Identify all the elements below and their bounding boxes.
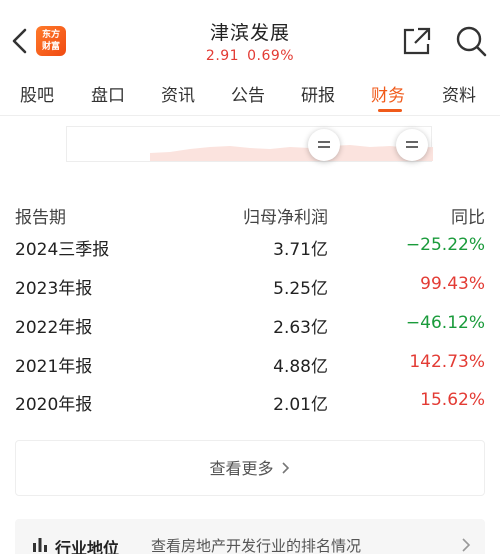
tab-profile[interactable]: 资料 <box>442 81 476 106</box>
stock-quote: 2.91 0.69% <box>150 48 350 64</box>
table-row[interactable]: 2020年报 2.01亿 15.62% <box>0 390 500 420</box>
share-icon[interactable] <box>400 24 434 58</box>
app-logo[interactable]: 东方 财富 <box>36 26 66 56</box>
tab-pankou[interactable]: 盘口 <box>91 81 125 106</box>
header: 东方 财富 津滨发展 2.91 0.69% <box>0 0 500 72</box>
industry-ranking-row[interactable]: 行业地位 查看房地产开发行业的排名情况 <box>15 519 485 554</box>
row-period: 2021年报 <box>15 357 93 377</box>
stock-price: 2.91 <box>205 48 240 64</box>
industry-description: 查看房地产开发行业的排名情况 <box>151 537 362 554</box>
back-arrow-icon[interactable] <box>8 24 32 58</box>
row-profit: 4.88亿 <box>273 357 328 377</box>
slider-handle-right[interactable] <box>396 129 428 161</box>
table-row[interactable]: 2022年报 2.63亿 −46.12% <box>0 313 500 343</box>
slider-handle-left[interactable] <box>308 129 340 161</box>
row-profit: 2.63亿 <box>273 318 328 338</box>
row-yoy: −46.12% <box>405 313 485 333</box>
stock-name: 津滨发展 <box>209 22 290 44</box>
row-period: 2022年报 <box>15 318 93 338</box>
range-slider[interactable] <box>66 126 433 162</box>
search-icon[interactable] <box>454 24 488 58</box>
row-period: 2023年报 <box>15 279 93 299</box>
chevron-right-icon <box>462 538 471 552</box>
stock-title-block: 津滨发展 2.91 0.69% <box>150 18 350 64</box>
row-profit: 5.25亿 <box>273 279 328 299</box>
slider-mini-chart <box>150 145 433 161</box>
industry-label: 行业地位 <box>55 539 120 554</box>
header-profit: 归母净利润 <box>243 208 328 228</box>
table-row[interactable]: 2024三季报 3.71亿 −25.22% <box>0 235 500 265</box>
view-more-button[interactable]: 查看更多 <box>15 440 485 496</box>
row-yoy: 142.73% <box>409 352 485 372</box>
tab-announcements[interactable]: 公告 <box>231 81 265 106</box>
table-row[interactable]: 2023年报 5.25亿 99.43% <box>0 274 500 304</box>
tab-research[interactable]: 研报 <box>301 81 335 106</box>
view-more-label: 查看更多 <box>209 459 274 478</box>
row-period: 2020年报 <box>15 395 93 415</box>
row-yoy: 99.43% <box>420 274 485 294</box>
tab-guba[interactable]: 股吧 <box>20 81 54 106</box>
stock-change: 0.69% <box>247 48 295 64</box>
chevron-right-icon <box>281 462 289 474</box>
logo-text-top: 东方 <box>41 30 60 40</box>
table-header: 报告期 归母净利润 同比 <box>0 203 500 229</box>
tab-bar: 股吧 盘口 资讯 公告 研报 财务 资料 <box>0 72 500 116</box>
bar-chart-icon <box>33 538 47 552</box>
table-row[interactable]: 2021年报 4.88亿 142.73% <box>0 352 500 382</box>
row-yoy: −25.22% <box>405 235 485 255</box>
logo-text-bottom: 财富 <box>41 42 60 52</box>
row-profit: 2.01亿 <box>273 395 328 415</box>
tab-news[interactable]: 资讯 <box>161 81 195 106</box>
row-yoy: 15.62% <box>420 390 485 410</box>
row-profit: 3.71亿 <box>273 240 328 260</box>
header-period: 报告期 <box>15 208 66 228</box>
row-period: 2024三季报 <box>15 240 110 260</box>
active-tab-indicator <box>378 109 402 112</box>
header-yoy: 同比 <box>451 208 485 228</box>
tab-finance[interactable]: 财务 <box>371 81 405 106</box>
